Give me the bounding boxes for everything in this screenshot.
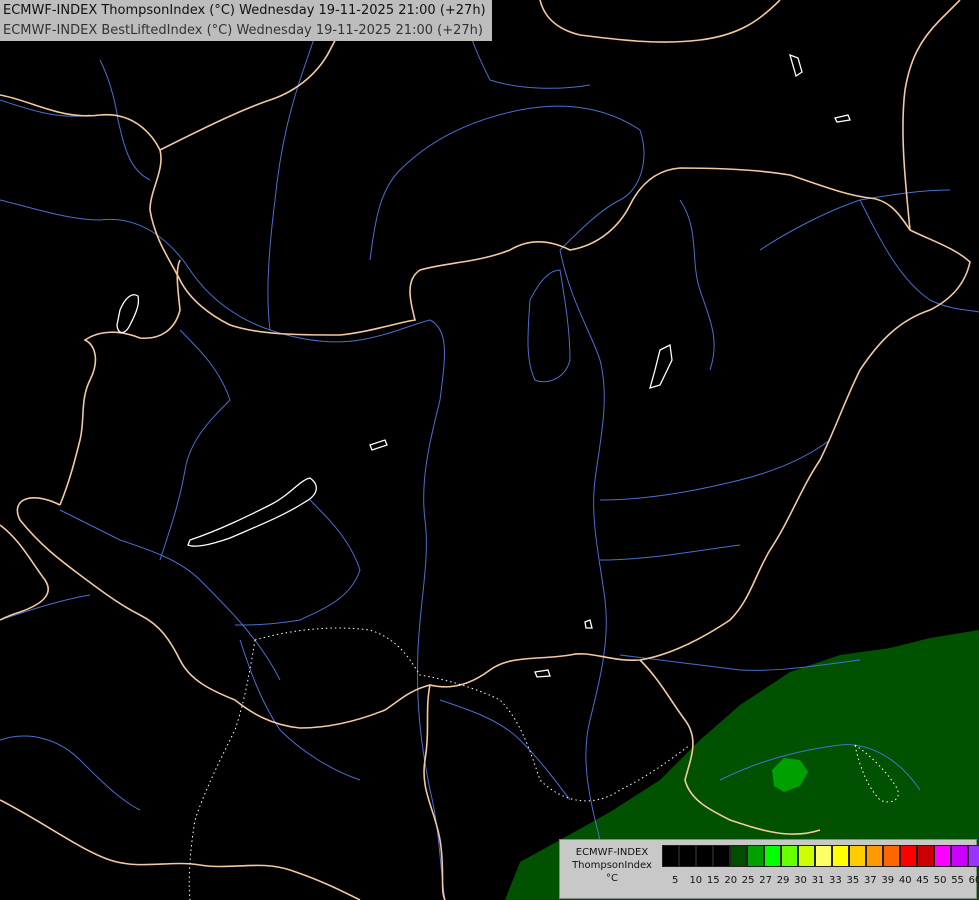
title-line-best-lifted-index: ECMWF-INDEX BestLiftedIndex (°C) Wednesd… (3, 23, 483, 38)
title-line-thompson-index: ECMWF-INDEX ThompsonIndex (°C) Wednesday… (3, 3, 486, 18)
legend-swatch (815, 845, 832, 867)
legend-swatch (917, 845, 934, 867)
legend-tick-label: 50 (933, 875, 947, 886)
legend-unit: °C (606, 873, 618, 884)
legend-tick-label: 27 (759, 875, 772, 886)
legend-swatch (968, 845, 979, 867)
legend-swatch (713, 845, 730, 867)
legend-tick-label: 39 (881, 875, 895, 886)
legend-tick-label: 37 (863, 875, 877, 886)
legend-swatch (679, 845, 696, 867)
legend-model: ECMWF-INDEX (575, 847, 649, 858)
legend-swatch (781, 845, 798, 867)
color-legend: ECMWF-INDEX ThompsonIndex °C 5 10 15 20 25 27… (559, 839, 979, 899)
legend-tick-label: 10 (689, 875, 703, 886)
legend-swatch (798, 845, 815, 867)
legend-swatch (849, 845, 866, 867)
legend-tick-label: 45 (916, 875, 930, 886)
legend-swatch (900, 845, 917, 867)
legend-tick-label: 33 (829, 875, 842, 886)
map-canvas (0, 0, 979, 900)
legend-swatch (696, 845, 713, 867)
legend-tick-label: 30 (794, 875, 807, 886)
legend-swatch (662, 845, 679, 867)
legend-swatch (934, 845, 951, 867)
map-title-box: ECMWF-INDEX ThompsonIndex (°C) Wednesday… (0, 0, 492, 41)
legend-swatch (866, 845, 883, 867)
legend-tick-label: 60 (968, 875, 979, 886)
legend-swatch (951, 845, 968, 867)
region-boundary-dotted (254, 627, 691, 802)
legend-swatch (764, 845, 781, 867)
legend-swatch (747, 845, 764, 867)
legend-tick-label: 25 (741, 875, 755, 886)
lakes (116, 53, 851, 678)
legend-title: ECMWF-INDEX ThompsonIndex °C (564, 846, 660, 885)
legend-tick-label: 31 (811, 875, 825, 886)
legend-tick-label: 55 (951, 875, 964, 886)
legend-tick-label: 40 (898, 875, 912, 886)
legend-tick-label: 5 (672, 875, 679, 886)
legend-swatch (832, 845, 849, 867)
legend-swatch (883, 845, 900, 867)
legend-tick-label: 20 (724, 875, 738, 886)
legend-tick-label: 15 (706, 875, 720, 886)
legend-swatch (730, 845, 747, 867)
legend-tick-label: 29 (776, 875, 790, 886)
legend-parameter: ThompsonIndex (572, 860, 652, 871)
legend-tick-label: 35 (846, 875, 860, 886)
region-boundary-dotted-west (188, 639, 256, 900)
